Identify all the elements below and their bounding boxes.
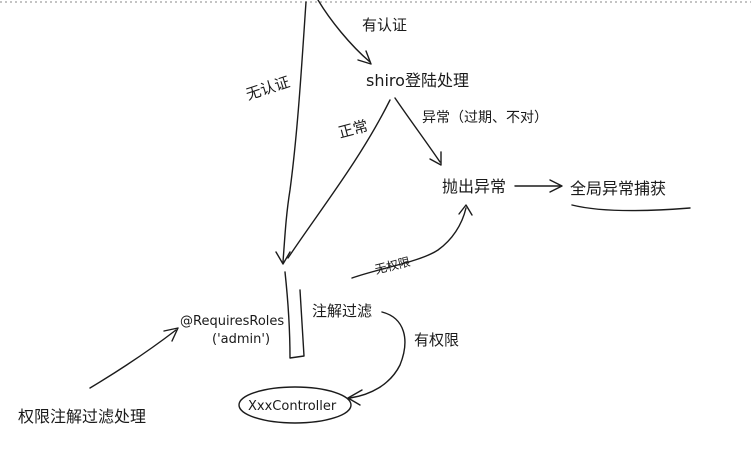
no-auth-path — [282, 1, 307, 263]
no-auth-label: 无认证 — [244, 73, 292, 104]
filter-bracket — [284, 271, 305, 359]
has-permission-path — [349, 311, 406, 399]
exception-label: 异常（过期、不对） — [422, 110, 548, 126]
throw-exception-label: 抛出异常 — [442, 177, 506, 196]
requires-roles-arg-label: ('admin') — [212, 332, 270, 347]
normal-label: 正常 — [336, 117, 370, 142]
exception-arrowhead — [429, 151, 442, 166]
controller-label: XxxController — [248, 399, 337, 414]
has-permission-label: 有权限 — [414, 331, 459, 349]
permission-annotation-label: 权限注解过滤处理 — [18, 407, 146, 426]
has-auth-label: 有认证 — [362, 16, 407, 34]
flow-diagram-canvas: 有认证 无认证 shiro登陆处理 正常 异常（过期、不对） 抛出异常 全局异常… — [0, 0, 751, 426]
shiro-label: shiro登陆处理 — [366, 71, 469, 90]
annotation-filter-label: 注解过滤 — [312, 302, 372, 320]
exception-path — [394, 97, 441, 163]
global-catch-underline — [571, 204, 691, 212]
permission-annotation-path — [89, 329, 177, 389]
no-permission-label: 无权限 — [373, 255, 411, 277]
global-catch-label: 全局异常捕获 — [570, 179, 666, 198]
requires-roles-label: @RequiresRoles — [180, 314, 284, 329]
